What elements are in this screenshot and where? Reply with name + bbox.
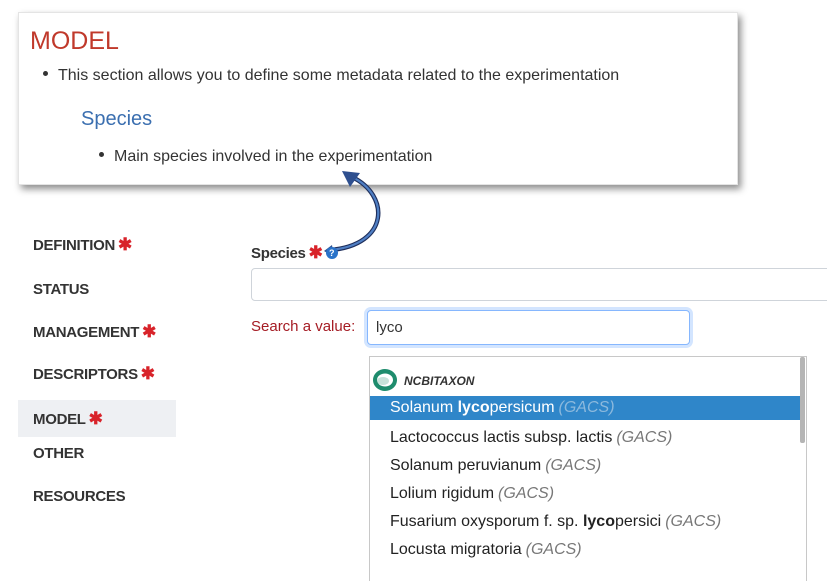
dropdown-option[interactable]: Fusarium oxysporum f. sp. lycopersici (GA… <box>370 510 800 534</box>
option-text-suffix: persicum <box>489 399 555 416</box>
search-input[interactable] <box>367 310 690 345</box>
option-text-suffix: persici <box>614 513 662 530</box>
species-field-label: Species ✱? <box>251 243 338 263</box>
sidebar-item-label: MANAGEMENT <box>33 324 140 341</box>
sidebar-item-label: OTHER <box>33 445 85 462</box>
required-asterisk-icon: ✱ <box>308 243 323 262</box>
option-source-tag: (GACS) <box>616 429 673 446</box>
sidebar-item-label: RESOURCES <box>33 488 126 505</box>
option-text: Solanum peruvianum <box>390 457 542 474</box>
option-source-tag: (GACS) <box>525 541 582 558</box>
dropdown-option[interactable]: Lolium rigidum (GACS) <box>370 482 800 506</box>
sidebar-item-management[interactable]: MANAGEMENT ✱ <box>18 313 176 350</box>
dropdown-header: NCBITAXON <box>370 357 796 393</box>
sidebar-item-label: STATUS <box>33 281 89 298</box>
option-text: Solanum <box>390 399 458 416</box>
help-subtitle-description-text: Main species involved in the experimenta… <box>114 148 433 165</box>
help-title: MODEL <box>30 27 119 55</box>
autocomplete-dropdown: NCBITAXON Solanum lycopersicum (GACS) Lact… <box>369 356 807 581</box>
sidebar-item-label: MODEL <box>33 411 86 428</box>
dropdown-source-label: NCBITAXON <box>404 374 475 388</box>
sidebar-item-other[interactable]: OTHER <box>18 435 176 472</box>
dropdown-option[interactable]: Solanum peruvianum (GACS) <box>370 454 800 478</box>
species-input[interactable] <box>251 268 827 301</box>
sidebar-item-resources[interactable]: RESOURCES <box>18 478 176 515</box>
required-asterisk-icon: ✱ <box>140 364 155 383</box>
required-asterisk-icon: ✱ <box>88 409 103 428</box>
bullet-icon <box>43 71 48 77</box>
help-subtitle: Species <box>81 108 153 130</box>
sidebar-item-descriptors[interactable]: DESCRIPTORS ✱ <box>18 355 176 392</box>
sidebar-item-definition[interactable]: DEFINITION ✱ <box>18 226 176 263</box>
option-text: Lolium rigidum <box>390 485 495 502</box>
help-subtitle-description: Main species involved in the experimenta… <box>99 148 432 166</box>
required-asterisk-icon: ✱ <box>142 322 157 341</box>
ncbitaxon-logo-icon <box>373 369 397 391</box>
sidebar-item-model[interactable]: MODEL ✱ <box>18 400 176 437</box>
option-text: Lactococcus lactis subsp. lactis <box>390 429 613 446</box>
sidebar-item-status[interactable]: STATUS <box>18 271 176 308</box>
help-icon[interactable]: ? <box>325 247 338 260</box>
sidebar-item-label: DEFINITION <box>33 237 115 254</box>
bullet-icon <box>99 152 104 158</box>
sidebar-item-label: DESCRIPTORS <box>33 366 138 383</box>
option-source-tag: (GACS) <box>545 457 602 474</box>
dropdown-scrollbar[interactable] <box>800 357 805 443</box>
dropdown-option[interactable]: Lactococcus lactis subsp. lactis (GACS) <box>370 426 800 450</box>
option-source-tag: (GACS) <box>665 513 722 530</box>
search-label: Search a value: <box>251 318 356 335</box>
help-description-text: This section allows you to define some m… <box>58 67 620 84</box>
help-description: This section allows you to define some m… <box>43 67 619 85</box>
dropdown-option[interactable]: Locusta migratoria (GACS) <box>370 538 800 562</box>
option-match-highlight: lyco <box>457 399 490 416</box>
option-source-tag: (GACS) <box>558 399 615 416</box>
species-label-text: Species <box>251 245 306 262</box>
option-match-highlight: lyco <box>582 513 615 530</box>
required-asterisk-icon: ✱ <box>118 235 132 254</box>
dropdown-option[interactable]: Solanum lycopersicum (GACS) <box>370 396 800 420</box>
help-panel: MODEL This section allows you to define … <box>18 12 738 185</box>
option-text: Locusta migratoria <box>390 541 522 558</box>
option-text: Fusarium oxysporum f. sp. <box>390 513 583 530</box>
option-source-tag: (GACS) <box>498 485 555 502</box>
